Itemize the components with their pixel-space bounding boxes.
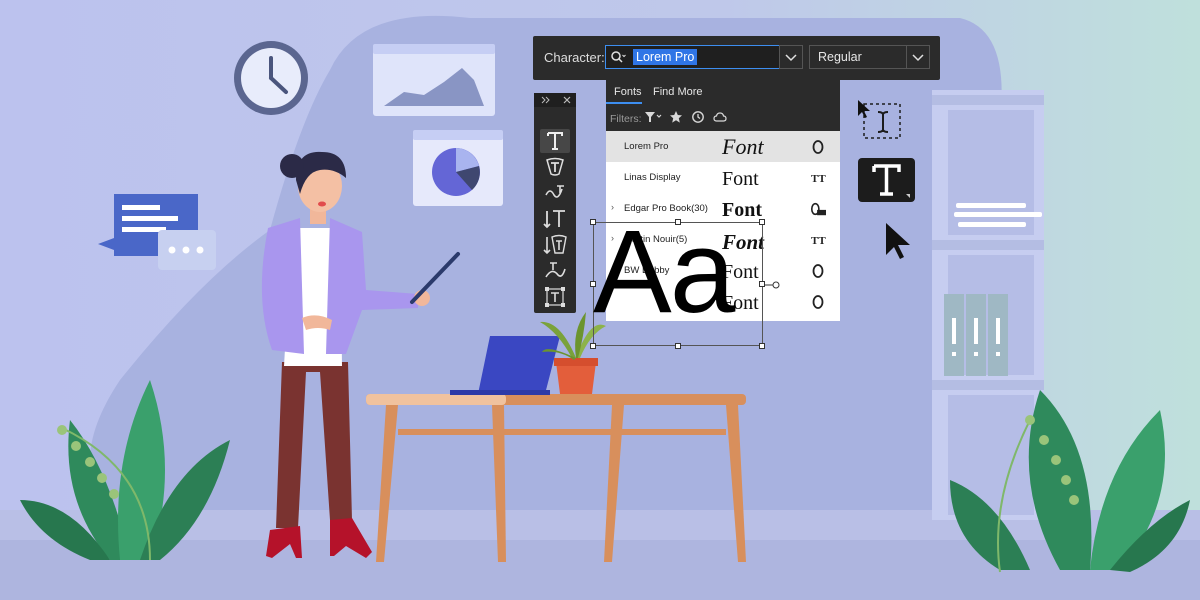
resize-handle[interactable]	[590, 219, 596, 225]
rotate-handle[interactable]	[765, 279, 781, 291]
resize-handle[interactable]	[675, 343, 681, 349]
scene: Character: Lorem Pro Regular Fonts Find …	[0, 0, 1200, 600]
pie-chart-card	[413, 130, 503, 206]
variable-font-icon	[810, 202, 826, 216]
font-name: Lorem Pro	[624, 141, 669, 152]
font-search-input[interactable]: Lorem Pro	[605, 45, 801, 69]
svg-text:TT: TT	[811, 235, 826, 247]
font-menu-header: Fonts Find More Filters:	[606, 80, 840, 131]
font-list-item[interactable]: Lorem Pro Font	[606, 131, 840, 162]
font-sample: Font	[722, 134, 764, 159]
canvas-text[interactable]: Aa	[593, 213, 735, 331]
area-chart-card	[373, 44, 495, 116]
recent-clock-icon[interactable]	[691, 110, 705, 124]
truetype-icon: TT	[811, 235, 826, 247]
font-family-dropdown[interactable]	[779, 45, 803, 69]
type-tools-palette	[534, 93, 576, 313]
filter-icon[interactable]	[644, 110, 664, 124]
svg-text:TT: TT	[811, 173, 826, 185]
search-icon[interactable]	[610, 49, 626, 65]
opentype-icon	[812, 264, 824, 278]
resize-handle[interactable]	[759, 219, 765, 225]
resize-handle[interactable]	[675, 219, 681, 225]
filters-label: Filters:	[610, 113, 642, 125]
type-tool-button[interactable]	[858, 158, 915, 202]
vertical-area-type-icon[interactable]	[540, 233, 570, 257]
warp-text-icon[interactable]	[540, 181, 570, 205]
favorite-star-icon[interactable]	[669, 110, 683, 124]
active-tab-indicator	[606, 102, 642, 104]
vertical-type-icon[interactable]	[540, 207, 570, 231]
font-style-select[interactable]: Regular	[809, 45, 930, 69]
text-cursor-icon	[858, 100, 901, 139]
tab-fonts[interactable]: Fonts	[614, 86, 642, 98]
tab-find-more[interactable]: Find More	[653, 86, 703, 98]
font-sample: Font	[722, 168, 759, 190]
area-type-icon[interactable]	[540, 285, 570, 309]
character-label: Character:	[544, 50, 605, 65]
font-style-value: Regular	[818, 50, 862, 64]
type-tool-icon	[872, 164, 910, 198]
font-name: Linas Display	[624, 172, 681, 183]
cloud-fonts-icon[interactable]	[713, 110, 727, 124]
font-search-value: Lorem Pro	[633, 49, 698, 65]
opentype-icon	[812, 140, 824, 154]
palette-header	[534, 93, 576, 107]
resize-handle[interactable]	[759, 343, 765, 349]
clock-icon	[234, 41, 308, 115]
type-tool-icon[interactable]	[540, 129, 570, 153]
collapse-icon[interactable]	[534, 93, 576, 107]
touch-type-icon[interactable]	[540, 259, 570, 283]
truetype-icon: TT	[811, 173, 826, 185]
character-panel: Character: Lorem Pro Regular	[533, 36, 940, 80]
resize-handle[interactable]	[590, 343, 596, 349]
mouse-pointer-icon	[886, 223, 910, 259]
binders	[944, 294, 1008, 376]
chevron-down-icon	[906, 46, 924, 68]
resize-handle[interactable]	[590, 281, 596, 287]
font-list-item[interactable]: Linas Display Font TT	[606, 162, 840, 193]
chevron-down-icon	[785, 54, 797, 62]
type-on-path-icon[interactable]	[540, 155, 570, 179]
opentype-icon	[812, 295, 824, 309]
